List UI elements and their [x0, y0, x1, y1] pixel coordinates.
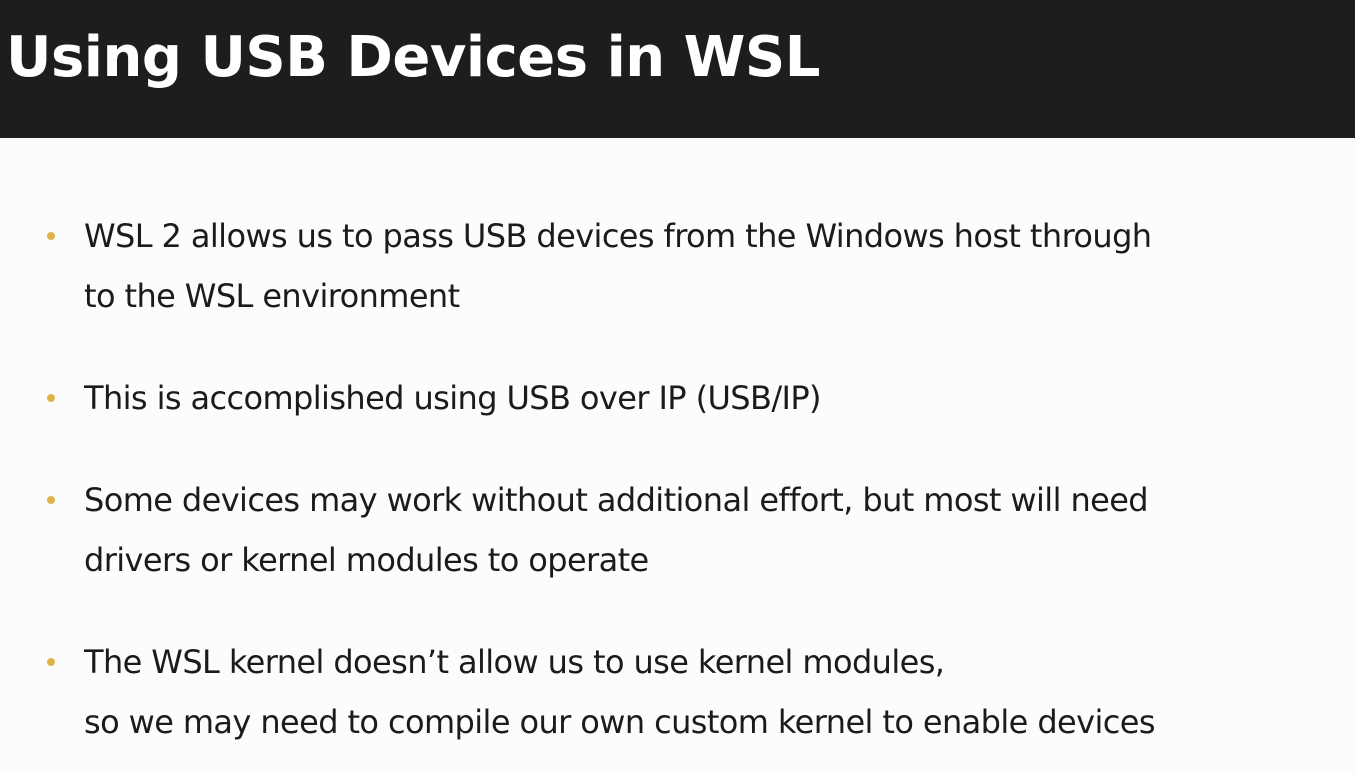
bullet-dot-icon — [47, 658, 55, 666]
bullet-line: so we may need to compile our own custom… — [84, 703, 1156, 741]
bullet-line: drivers or kernel modules to operate — [84, 541, 649, 579]
bullet-line: The WSL kernel doesn’t allow us to use k… — [84, 643, 945, 681]
bullet-dot-icon — [47, 232, 55, 240]
bullet-line: Some devices may work without additional… — [84, 481, 1149, 519]
bullet-dot-icon — [47, 496, 55, 504]
bullet-item: Some devices may work without additional… — [47, 470, 1334, 590]
bullet-item: The WSL kernel doesn’t allow us to use k… — [47, 632, 1334, 752]
bullet-dot-icon — [47, 394, 55, 402]
bullet-line: to the WSL environment — [84, 277, 460, 315]
bullet-list: WSL 2 allows us to pass USB devices from… — [0, 0, 1355, 774]
bullet-item: This is accomplished using USB over IP (… — [47, 368, 1334, 428]
bullet-item: WSL 2 allows us to pass USB devices from… — [47, 206, 1334, 326]
bullet-line: This is accomplished using USB over IP (… — [84, 379, 822, 417]
bullet-line: WSL 2 allows us to pass USB devices from… — [84, 217, 1152, 255]
